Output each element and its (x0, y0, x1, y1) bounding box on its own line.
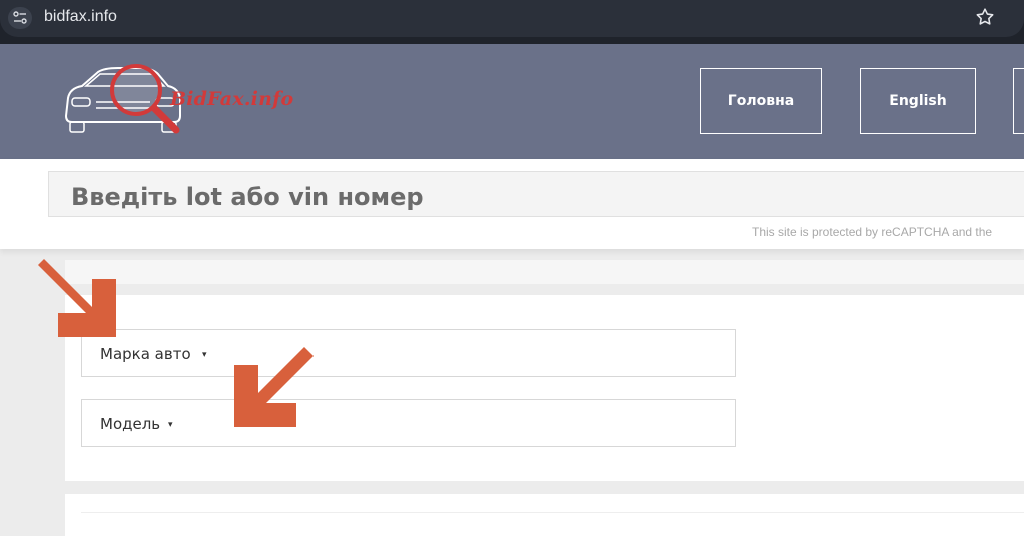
site-info-icon[interactable] (8, 7, 32, 29)
recaptcha-notice: This site is protected by reCAPTCHA and … (752, 225, 993, 239)
make-select[interactable]: Марка авто ▾ (81, 329, 736, 377)
content-strip (65, 260, 1024, 284)
nav-more-button[interactable] (1013, 68, 1024, 134)
search-section: Введіть lot або vin номер This site is p… (0, 159, 1024, 249)
divider (81, 512, 1024, 513)
chevron-down-icon: ▾ (202, 350, 207, 360)
nav-english-button[interactable]: English (860, 68, 976, 134)
arrow-to-make-select-icon (34, 259, 116, 337)
make-select-label: Марка авто (100, 345, 191, 363)
address-bar[interactable]: bidfax.info (0, 0, 1024, 37)
arrow-to-model-select-icon (234, 347, 314, 427)
chevron-down-icon: ▾ (168, 420, 173, 430)
lot-vin-search-input[interactable]: Введіть lot або vin номер (48, 171, 1024, 217)
filter-card: Марка авто ▾ Модель ▾ (65, 295, 1024, 481)
url-text[interactable]: bidfax.info (44, 8, 117, 26)
site-header: BidFax.info Головна English (0, 44, 1024, 159)
bookmark-star-icon[interactable] (974, 6, 996, 28)
search-placeholder: Введіть lot або vin номер (71, 183, 424, 211)
site-logo[interactable]: BidFax.info (60, 58, 294, 140)
nav-home-button[interactable]: Головна (700, 68, 822, 134)
browser-toolbar: bidfax.info (0, 0, 1024, 44)
model-select-label: Модель (100, 415, 161, 433)
model-select[interactable]: Модель ▾ (81, 399, 736, 447)
results-card (65, 494, 1024, 536)
logo-text: BidFax.info (170, 88, 294, 110)
